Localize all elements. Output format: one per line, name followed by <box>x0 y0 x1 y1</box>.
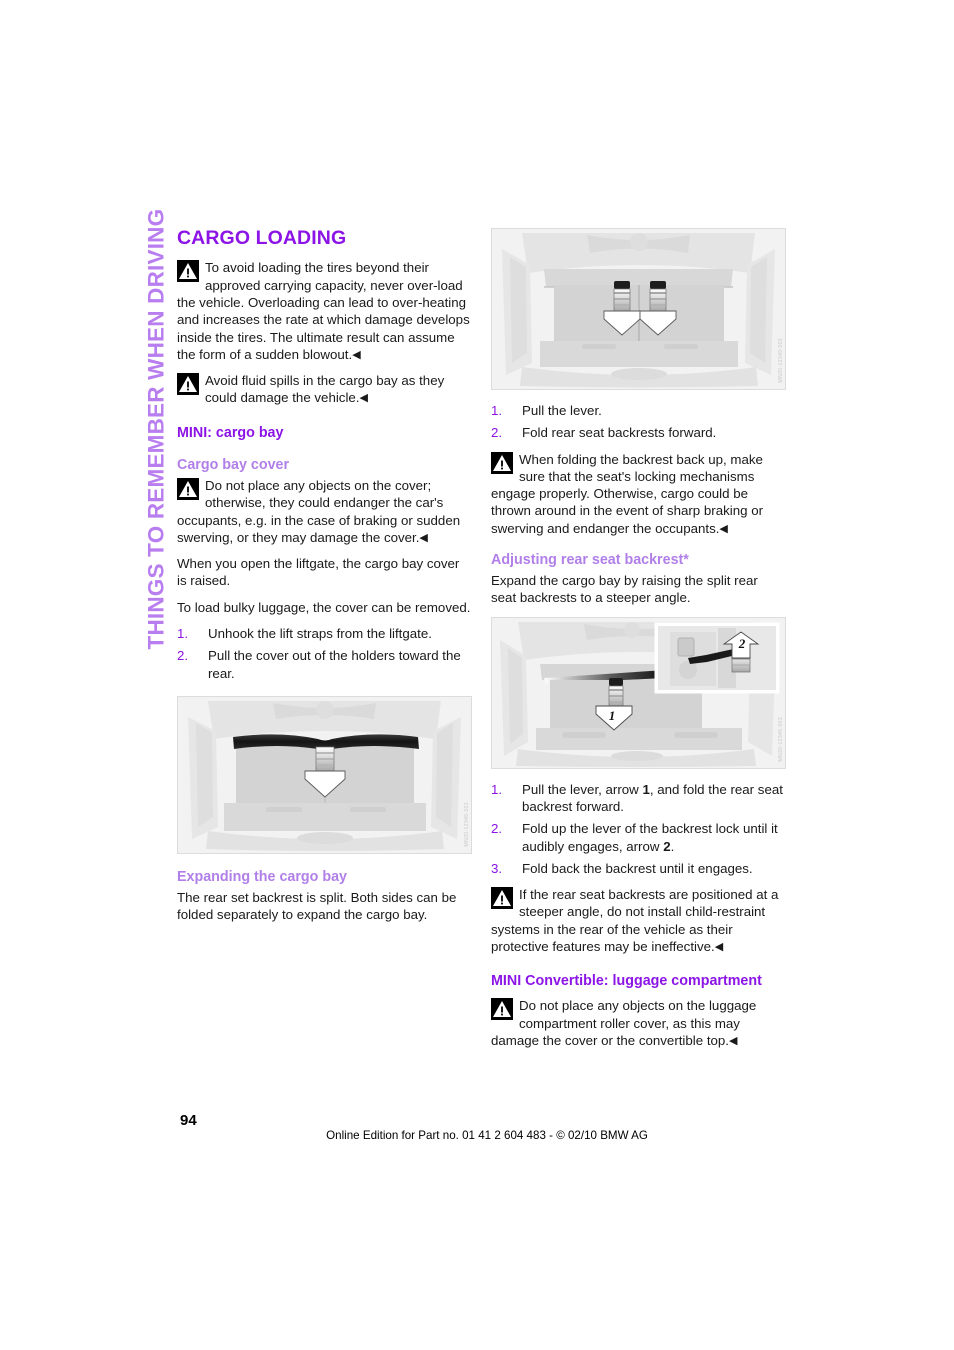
steps-adjust-backrest: Pull the lever, arrow 1, and fold the re… <box>491 781 786 878</box>
step-text-pre: Fold back the backrest until it engages. <box>522 860 753 876</box>
list-item: Fold up the lever of the backrest lock u… <box>491 820 786 855</box>
paragraph-split-backrest: The rear set backrest is split. Both sid… <box>177 889 457 923</box>
end-of-message-icon: ◀ <box>719 522 728 535</box>
list-item: Pull the lever. <box>491 402 602 420</box>
steps-remove-cover: Unhook the lift straps from the liftgate… <box>177 625 472 682</box>
svg-text:1: 1 <box>609 708 616 723</box>
running-head-text: THINGS TO REMEMBER WHEN DRIVING <box>143 208 169 650</box>
warning-text: Avoid fluid spills in the cargo bay as t… <box>205 373 445 406</box>
warning-block-fluid-spills: Avoid fluid spills in the cargo bay as t… <box>177 372 472 407</box>
subsection-heading-expanding-cargo-bay: Expanding the cargo bay <box>177 868 348 885</box>
step-text-pre: Fold up the lever of the backrest lock u… <box>522 821 778 854</box>
figure-fold-rear-backrests: MN20-12345-002 <box>491 228 786 390</box>
step-arrow-number: 2 <box>663 838 671 854</box>
paragraph-remove-cover: To load bulky luggage, the cover can be … <box>177 599 471 615</box>
page-number: 94 <box>180 1112 197 1129</box>
left-column: CARGO LOADING To avoid loading the tires… <box>177 227 472 933</box>
warning-block-tire-load: To avoid loading the tires beyond their … <box>177 259 472 363</box>
page-title: CARGO LOADING <box>177 227 347 249</box>
step-arrow-number: 1 <box>642 781 650 797</box>
manual-page: THINGS TO REMEMBER WHEN DRIVING CARGO LO… <box>0 0 954 1350</box>
warning-triangle-icon <box>491 998 513 1021</box>
figure-adjusting-backrest: 1 2 MN20-12345-003 <box>491 616 786 769</box>
warning-text: Do not place any objects on the luggage … <box>491 998 757 1048</box>
footer-note: Online Edition for Part no. 01 41 2 604 … <box>326 1129 648 1142</box>
step-text-post: . <box>670 838 675 854</box>
warning-text: If the rear seat backrests are positione… <box>491 887 779 954</box>
figure-code: MN20-12345-003 <box>778 717 784 762</box>
subsection-heading-cargo-bay-cover: Cargo bay cover <box>177 456 290 473</box>
warning-block-objects-on-cover: Do not place any objects on the cover; o… <box>177 477 472 546</box>
list-item: Pull the lever, arrow 1, and fold the re… <box>491 781 786 816</box>
figure-cargo-bay-cover: MN20-12345-001 <box>177 695 472 854</box>
list-item: Pull the cover out of the holders toward… <box>177 647 461 681</box>
warning-block-roller-cover: Do not place any objects on the luggage … <box>491 997 786 1049</box>
steps-fold-backrests: Pull the lever. Fold rear seat backrests… <box>491 402 786 442</box>
subsection-heading-adjusting-backrest: Adjusting rear seat backrest* <box>491 551 689 568</box>
warning-text: To avoid loading the tires beyond their … <box>177 260 470 362</box>
warning-text: Do not place any objects on the cover; o… <box>177 478 461 545</box>
warning-block-child-restraint: If the rear seat backrests are positione… <box>491 886 786 955</box>
end-of-message-icon: ◀ <box>359 392 368 405</box>
step-text-pre: Pull the lever, arrow <box>522 781 643 797</box>
section-heading-mini-convertible: MINI Convertible: luggage compartment <box>491 973 762 990</box>
paragraph-steeper-angle: Expand the cargo bay by raising the spli… <box>491 573 758 606</box>
warning-triangle-icon <box>491 887 513 910</box>
end-of-message-icon: ◀ <box>352 348 361 361</box>
warning-triangle-icon <box>177 373 199 396</box>
list-item: Fold rear seat backrests forward. <box>491 424 717 442</box>
list-item: Unhook the lift straps from the liftgate… <box>177 625 432 643</box>
running-head-tab: THINGS TO REMEMBER WHEN DRIVING <box>0 209 169 788</box>
section-heading-mini-cargo-bay: MINI: cargo bay <box>177 424 284 441</box>
figure-code: MN20-12345-002 <box>778 338 784 383</box>
end-of-message-icon: ◀ <box>419 531 428 544</box>
right-column: MN20-12345-002 Pull the lever. Fold rear… <box>491 228 786 1058</box>
warning-block-locking-mechanisms: When folding the backrest back up, make … <box>491 451 786 537</box>
figure-code: MN20-12345-001 <box>464 802 470 847</box>
svg-text:2: 2 <box>738 636 746 651</box>
warning-triangle-icon <box>177 478 199 500</box>
end-of-message-icon: ◀ <box>729 1034 738 1047</box>
warning-triangle-icon <box>177 260 199 283</box>
warning-triangle-icon <box>491 451 513 474</box>
end-of-message-icon: ◀ <box>714 940 724 953</box>
paragraph-liftgate-raises-cover: When you open the liftgate, the cargo ba… <box>177 556 460 589</box>
list-item: Fold back the backrest until it engages. <box>491 860 786 878</box>
